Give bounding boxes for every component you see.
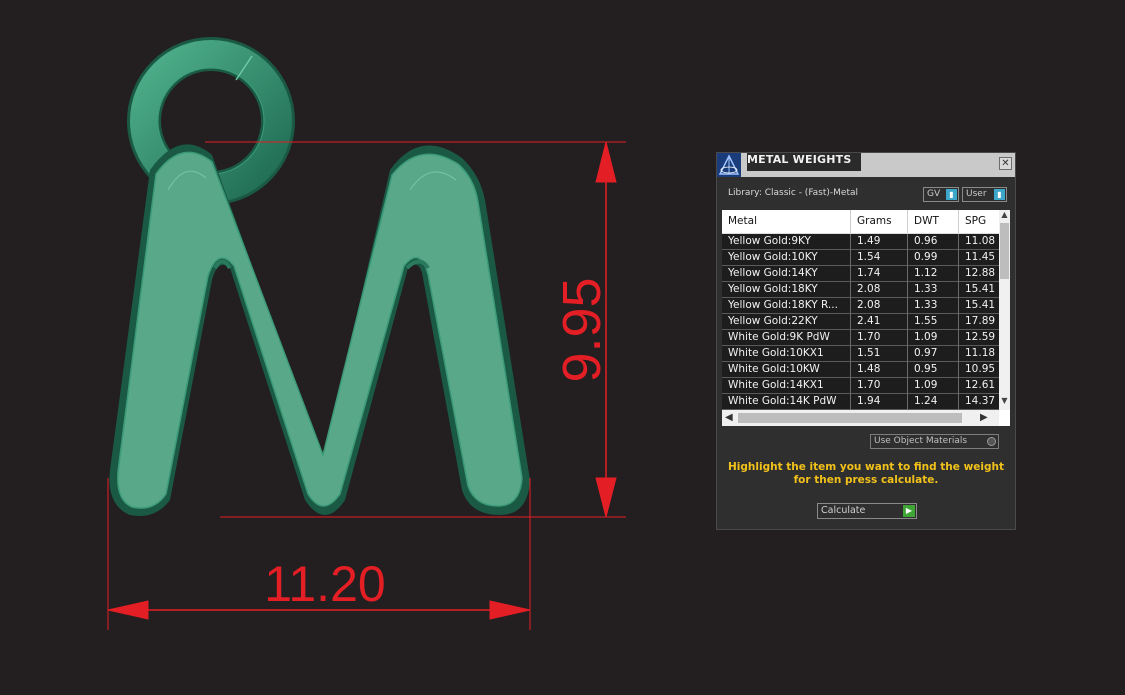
- app-logo-icon: [717, 153, 741, 177]
- table-cell: 1.54: [851, 250, 908, 266]
- table-header: Metal Grams DWT SPG: [722, 210, 999, 234]
- use-object-materials-label: Use Object Materials: [874, 436, 968, 446]
- calculate-label: Calculate: [821, 505, 866, 516]
- table-cell: Yellow Gold:9KY: [722, 234, 851, 250]
- table-row[interactable]: White Gold:14KX1 1.70 1.09 12.61: [722, 378, 999, 394]
- table-row[interactable]: White Gold:10KW 1.48 0.95 10.95: [722, 362, 999, 378]
- gv-select[interactable]: GV ▮: [923, 187, 959, 202]
- panel-title: METAL WEIGHTS: [747, 153, 861, 171]
- table-cell: 1.24: [908, 394, 959, 410]
- table-cell: 12.88: [965, 267, 996, 279]
- table-cell: Yellow Gold:22KY: [722, 314, 851, 330]
- table-cell: White Gold:14KX1: [722, 378, 851, 394]
- table-cell: 1.51: [851, 346, 908, 362]
- scroll-up-icon[interactable]: ▲: [999, 210, 1010, 219]
- table-cell: White Gold:9K PdW: [722, 330, 851, 346]
- table-cell: 12.59: [965, 331, 996, 343]
- close-button[interactable]: ✕: [999, 157, 1012, 170]
- table-cell: 1.70: [851, 330, 908, 346]
- table-body: Yellow Gold:9KY 1.49 0.96 11.08 Yellow Gold:…: [722, 234, 999, 410]
- table-cell: Yellow Gold:10KY: [722, 250, 851, 266]
- table-cell: 0.95: [908, 362, 959, 378]
- height-dimension-label: 9.95: [552, 277, 612, 382]
- table-cell: 0.99: [908, 250, 959, 266]
- column-header-dwt[interactable]: DWT: [908, 210, 959, 233]
- instructions-line-1: Highlight the item you want to find the …: [728, 461, 1004, 473]
- table-row[interactable]: White Gold:9K PdW 1.70 1.09 12.59: [722, 330, 999, 346]
- table-cell: 2.08: [851, 298, 908, 314]
- user-select-label: User: [966, 189, 987, 199]
- instructions-line-2: for then press calculate.: [793, 474, 939, 486]
- metal-table: Metal Grams DWT SPG Yellow Gold:9KY 1.49 0…: [722, 210, 1010, 426]
- calculate-button[interactable]: Calculate ▶: [817, 503, 917, 519]
- dropdown-icon: ▮: [946, 189, 957, 200]
- instructions-text: Highlight the item you want to find the …: [727, 461, 1005, 487]
- table-cell: 1.48: [851, 362, 908, 378]
- horizontal-scroll-thumb[interactable]: [738, 413, 962, 423]
- table-cell: 12.61: [965, 379, 996, 391]
- table-cell: White Gold:10KX1: [722, 346, 851, 362]
- table-cell: 1.33: [908, 282, 959, 298]
- table-cell: 11.08: [965, 235, 996, 247]
- table-cell: 1.49: [851, 234, 908, 250]
- table-cell: White Gold:14K PdW: [722, 394, 851, 410]
- table-cell: 1.33: [908, 298, 959, 314]
- table-cell: 11.18: [965, 347, 996, 359]
- table-cell: 15.41: [965, 299, 996, 311]
- metal-weights-panel: METAL WEIGHTS ✕ Library: Classic - (Fast…: [716, 152, 1016, 530]
- table-row[interactable]: Yellow Gold:14KY 1.74 1.12 12.88: [722, 266, 999, 282]
- vertical-scroll-thumb[interactable]: [1000, 223, 1009, 279]
- table-row[interactable]: White Gold:14K PdW 1.94 1.24 14.37: [722, 394, 999, 410]
- horizontal-scrollbar[interactable]: ◀ ▶: [722, 410, 999, 426]
- column-header-metal[interactable]: Metal: [722, 210, 851, 233]
- gv-select-label: GV: [927, 189, 941, 199]
- table-cell: 2.08: [851, 282, 908, 298]
- vertical-scrollbar[interactable]: ▲ ▼: [999, 210, 1010, 410]
- table-cell: 1.09: [908, 330, 959, 346]
- table-cell: Yellow Gold:14KY: [722, 266, 851, 282]
- column-header-spg[interactable]: SPG: [959, 210, 999, 233]
- table-cell: 14.37: [965, 395, 996, 407]
- table-cell: 0.97: [908, 346, 959, 362]
- table-cell: Yellow Gold:18KY R...: [722, 298, 851, 314]
- table-cell: White Gold:10KW: [722, 362, 851, 378]
- table-cell: 11.45: [965, 251, 996, 263]
- panel-titlebar[interactable]: METAL WEIGHTS ✕: [717, 153, 1015, 177]
- play-icon: ▶: [903, 505, 915, 517]
- table-cell: 15.41: [965, 283, 996, 295]
- close-icon: ✕: [1001, 158, 1010, 169]
- use-object-materials-toggle[interactable]: Use Object Materials: [870, 434, 999, 449]
- table-cell: 1.74: [851, 266, 908, 282]
- table-cell: 17.89: [965, 315, 996, 327]
- column-header-grams[interactable]: Grams: [851, 210, 908, 233]
- table-cell: 1.55: [908, 314, 959, 330]
- scroll-down-icon[interactable]: ▼: [999, 396, 1010, 405]
- table-cell: 1.94: [851, 394, 908, 410]
- table-row[interactable]: Yellow Gold:18KY R... 2.08 1.33 15.41: [722, 298, 999, 314]
- table-cell: Yellow Gold:18KY: [722, 282, 851, 298]
- table-cell: 0.96: [908, 234, 959, 250]
- table-cell: 1.12: [908, 266, 959, 282]
- table-row[interactable]: Yellow Gold:9KY 1.49 0.96 11.08: [722, 234, 999, 250]
- table-cell: 1.70: [851, 378, 908, 394]
- table-cell: 1.09: [908, 378, 959, 394]
- library-label: Library: Classic - (Fast)-Metal: [728, 188, 859, 198]
- table-row[interactable]: Yellow Gold:10KY 1.54 0.99 11.45: [722, 250, 999, 266]
- radio-icon: [987, 437, 996, 446]
- width-dimension-label: 11.20: [264, 556, 385, 612]
- table-cell: 10.95: [965, 363, 996, 375]
- table-row[interactable]: White Gold:10KX1 1.51 0.97 11.18: [722, 346, 999, 362]
- scroll-right-icon[interactable]: ▶: [980, 412, 988, 423]
- letter-m-pendant: [109, 144, 530, 516]
- table-cell: 2.41: [851, 314, 908, 330]
- scroll-left-icon[interactable]: ◀: [725, 412, 733, 423]
- table-row[interactable]: Yellow Gold:18KY 2.08 1.33 15.41: [722, 282, 999, 298]
- dropdown-icon: ▮: [994, 189, 1005, 200]
- user-select[interactable]: User ▮: [962, 187, 1007, 202]
- table-row[interactable]: Yellow Gold:22KY 2.41 1.55 17.89: [722, 314, 999, 330]
